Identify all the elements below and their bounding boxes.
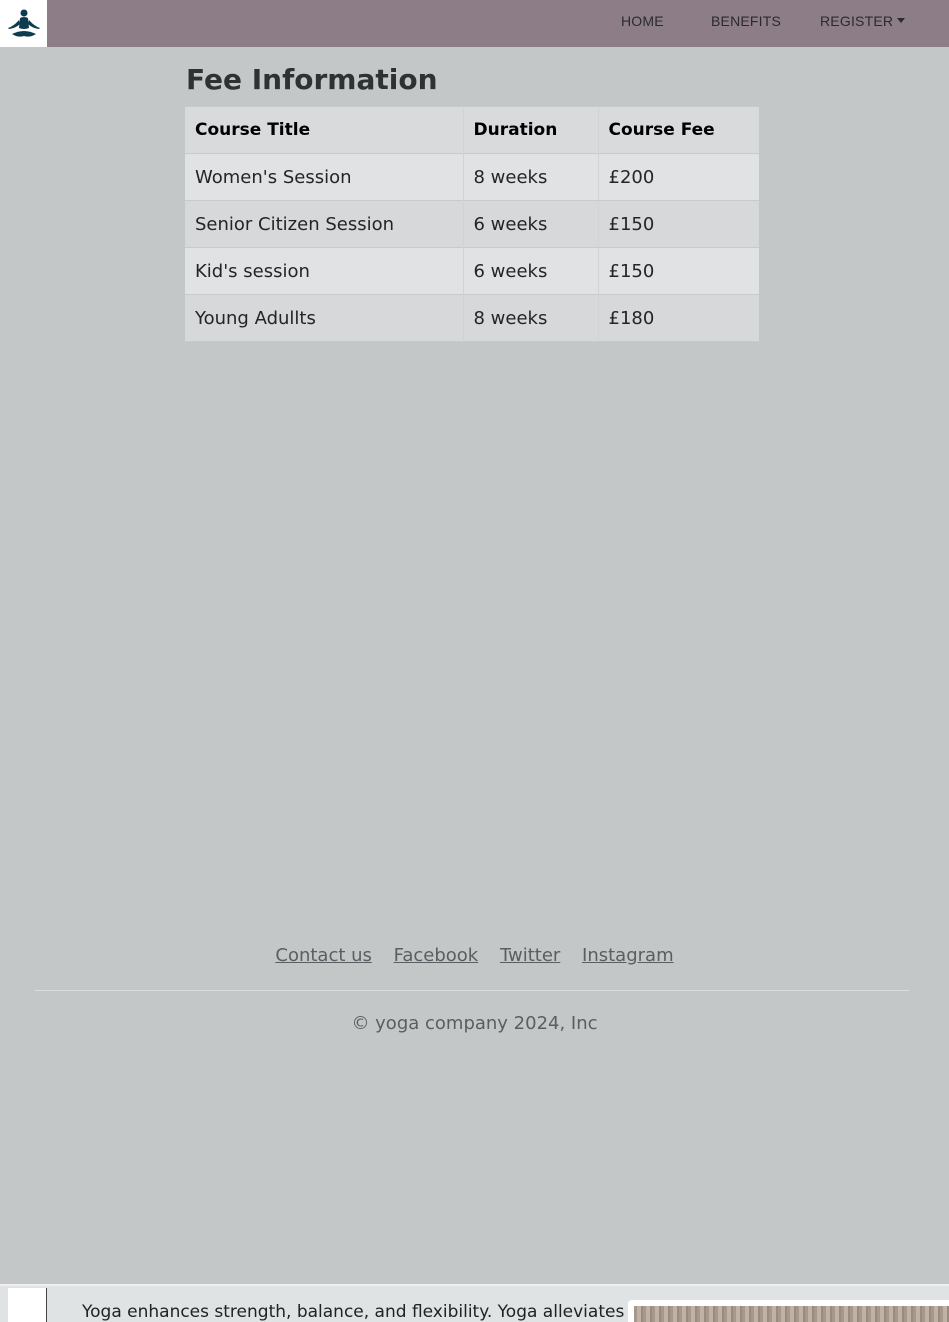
nav-benefits[interactable]: BENEFITS	[711, 13, 781, 29]
table-row: Women's Session 8 weeks £200	[185, 153, 759, 201]
table-row: Young Adullts 8 weeks £180	[185, 294, 759, 342]
cell-duration: 6 weeks	[462, 200, 598, 248]
copyright-text: © yoga company 2024, Inc	[351, 1013, 598, 1034]
nav-home[interactable]: HOME	[621, 13, 664, 29]
footer-link-twitter[interactable]: Twitter	[500, 945, 560, 966]
strip-image	[628, 1300, 949, 1322]
cell-duration: 6 weeks	[462, 247, 598, 295]
footer-link-contact[interactable]: Contact us	[275, 945, 372, 966]
meditation-figure-icon	[7, 9, 40, 37]
logo[interactable]	[0, 0, 47, 47]
header-course-title: Course Title	[185, 106, 463, 154]
table-header-row: Course Title Duration Course Fee	[185, 106, 759, 154]
cell-course-fee: £200	[597, 153, 759, 201]
header-course-fee: Course Fee	[597, 106, 759, 154]
cell-course-title: Kid's session	[185, 247, 463, 295]
cell-course-fee: £150	[597, 247, 759, 295]
page-title: Fee Information	[186, 63, 438, 96]
footer-divider	[35, 990, 909, 991]
caret-down-icon	[897, 18, 906, 23]
nav-register-dropdown[interactable]: REGISTER	[820, 13, 906, 29]
cell-duration: 8 weeks	[462, 294, 598, 342]
cell-course-fee: £180	[597, 294, 759, 342]
fee-table: Course Title Duration Course Fee Women's…	[185, 106, 759, 342]
header-duration: Duration	[462, 106, 598, 154]
footer-links: Contact us Facebook Twitter Instagram	[0, 945, 949, 966]
nav-register-label: REGISTER	[820, 13, 894, 29]
cell-course-title: Senior Citizen Session	[185, 200, 463, 248]
navbar: HOME BENEFITS REGISTER	[0, 0, 949, 47]
table-row: Kid's session 6 weeks £150	[185, 247, 759, 295]
strip-text: Yoga enhances strength, balance, and fle…	[82, 1302, 625, 1322]
strip-side-panel	[8, 1288, 47, 1322]
footer-link-facebook[interactable]: Facebook	[394, 945, 479, 966]
footer-link-instagram[interactable]: Instagram	[582, 945, 674, 966]
bottom-content-strip: Yoga enhances strength, balance, and fle…	[0, 1284, 949, 1322]
cell-duration: 8 weeks	[462, 153, 598, 201]
cell-course-title: Women's Session	[185, 153, 463, 201]
table-row: Senior Citizen Session 6 weeks £150	[185, 200, 759, 248]
cell-course-fee: £150	[597, 200, 759, 248]
cell-course-title: Young Adullts	[185, 294, 463, 342]
